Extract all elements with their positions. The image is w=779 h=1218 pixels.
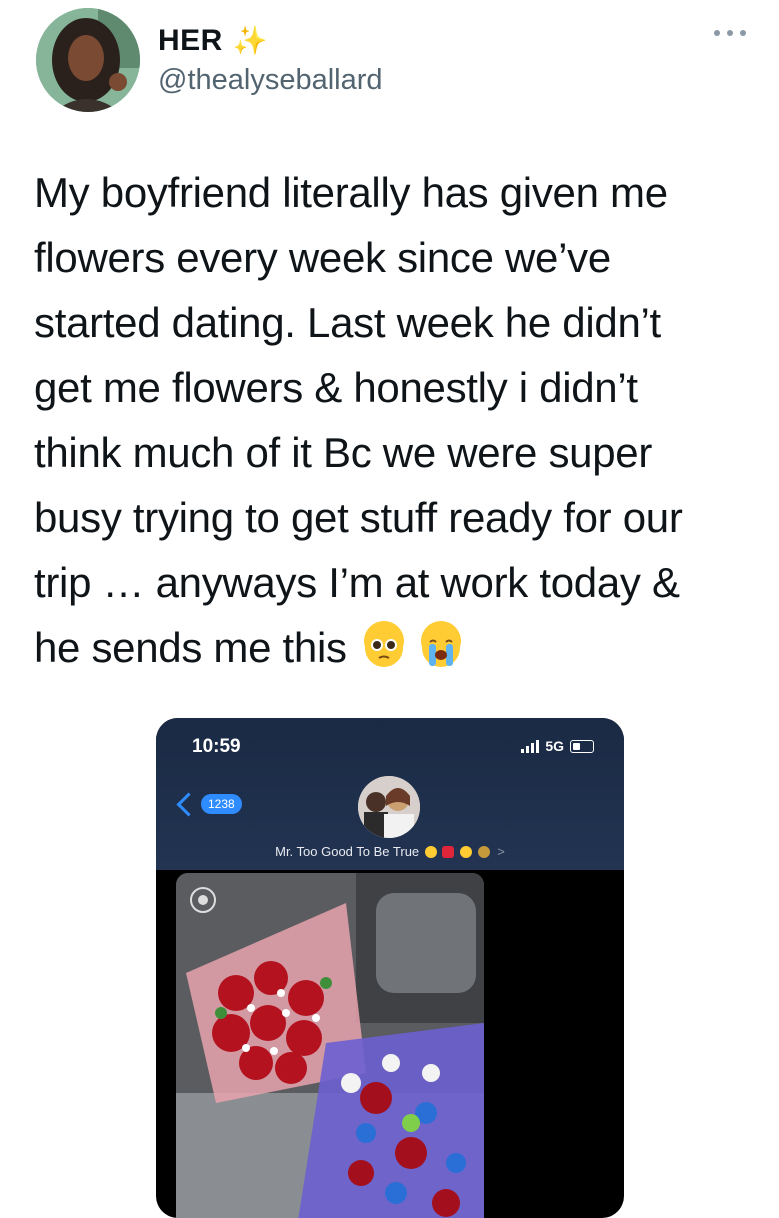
tweet-line: flowers every week since we’ve xyxy=(34,234,611,281)
back-button: 1238 xyxy=(174,791,242,817)
tweet-line: started dating. Last week he didn’t xyxy=(34,299,661,346)
tweet-line: trip … anyways I’m at work today & xyxy=(34,559,680,606)
more-options-icon[interactable] xyxy=(714,26,746,40)
money-bag-icon xyxy=(477,846,490,858)
messages-header: 10:59 5G 1238 Mr. Too Good To Be True > xyxy=(156,718,624,870)
pleading-face-icon xyxy=(364,621,405,667)
sparkles-icon: ✨ xyxy=(232,25,269,56)
tweet-line-last: he sends me this xyxy=(34,615,754,680)
status-bar: 5G xyxy=(521,738,594,754)
battery-icon xyxy=(570,739,594,753)
live-photo-icon xyxy=(190,887,216,913)
flowers-photo xyxy=(176,873,484,1218)
tweet-line: get me flowers & honestly i didn’t xyxy=(34,364,638,411)
display-name-text: HER xyxy=(158,24,223,57)
contact-chevron-icon: > xyxy=(497,844,505,859)
tweet-text: My boyfriend literally has given me flow… xyxy=(34,160,754,680)
contact-name: Mr. Too Good To Be True > xyxy=(156,844,624,859)
user-handle[interactable]: @thealyseballard xyxy=(158,64,383,97)
tweet-line: My boyfriend literally has given me xyxy=(34,169,668,216)
tweet-line: think much of it Bc we were super xyxy=(34,429,653,476)
unread-count-badge: 1238 xyxy=(201,794,242,814)
crying-face-icon xyxy=(460,846,473,858)
pleading-face-icon xyxy=(424,846,437,858)
red-heart-icon xyxy=(442,846,455,858)
network-label: 5G xyxy=(545,738,564,754)
tweet-line-text: he sends me this xyxy=(34,624,347,671)
status-time: 10:59 xyxy=(192,736,241,757)
display-name[interactable]: HER ✨ xyxy=(158,24,268,58)
loudly-crying-face-icon xyxy=(421,621,462,667)
avatar[interactable] xyxy=(36,8,140,112)
attached-image[interactable]: 10:59 5G 1238 Mr. Too Good To Be True > xyxy=(156,718,624,1218)
contact-avatar xyxy=(358,776,420,838)
signal-bars-icon xyxy=(521,739,540,753)
tweet-line: busy trying to get stuff ready for our xyxy=(34,494,683,541)
contact-name-text: Mr. Too Good To Be True xyxy=(275,844,420,859)
back-chevron-icon xyxy=(176,791,201,817)
